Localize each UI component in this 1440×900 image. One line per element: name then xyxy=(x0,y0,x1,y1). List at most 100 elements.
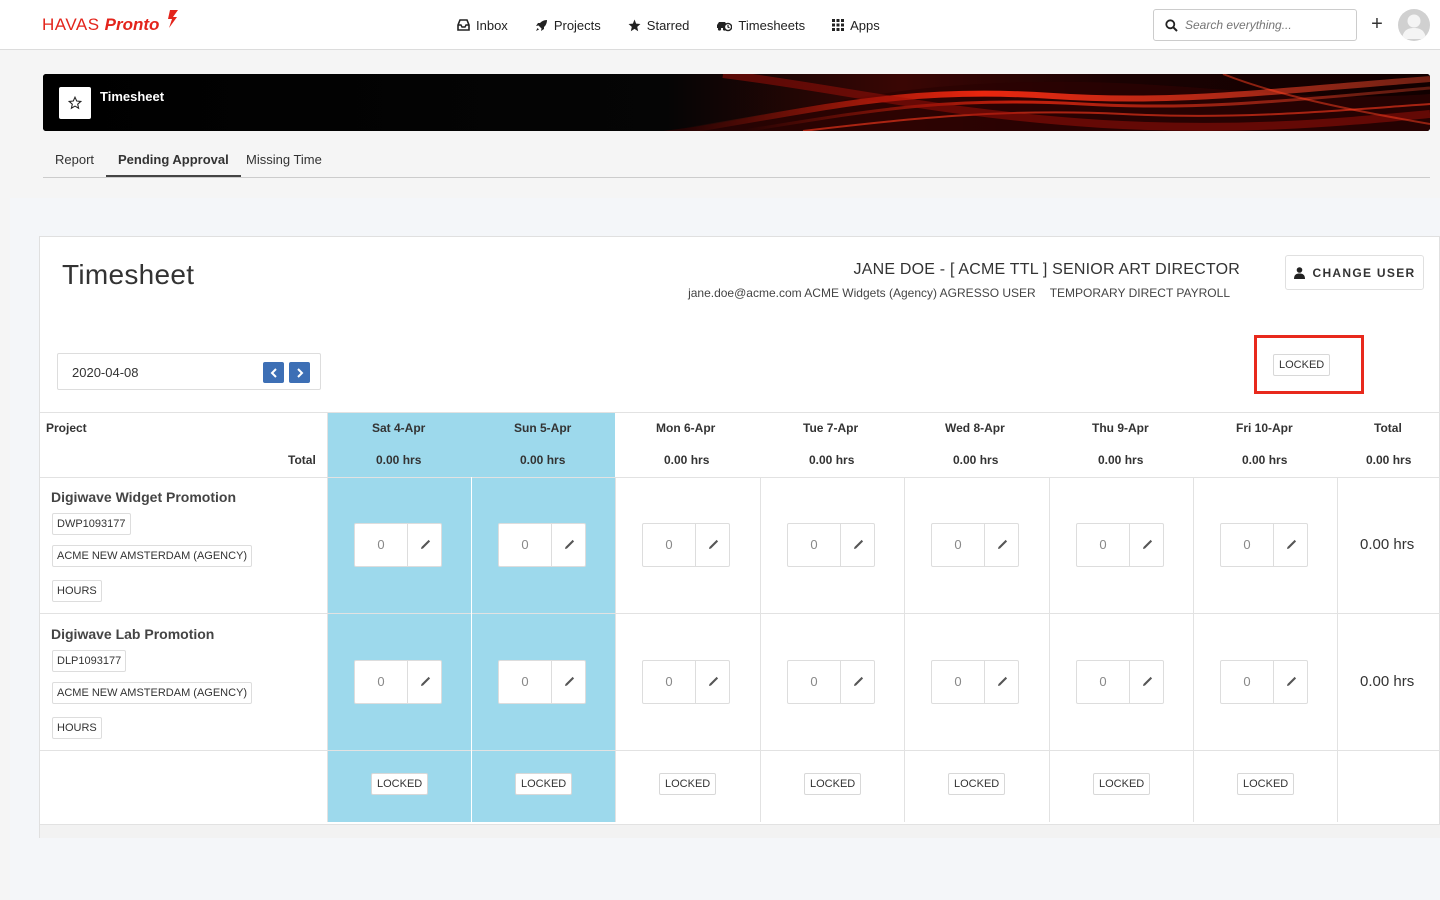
change-user-button[interactable]: CHANGE USER xyxy=(1285,255,1424,290)
total-column-header: Total xyxy=(1374,421,1402,435)
status-badge: LOCKED xyxy=(1273,354,1331,376)
hours-input[interactable]: 0 xyxy=(1221,524,1274,566)
edit-entry-button[interactable] xyxy=(1130,661,1163,703)
hours-entry[interactable]: 0 xyxy=(498,660,586,704)
user-icon xyxy=(1293,266,1305,279)
change-user-label: CHANGE USER xyxy=(1312,265,1416,280)
chevron-left-icon xyxy=(270,367,277,378)
pencil-icon xyxy=(1142,676,1152,686)
add-button[interactable]: + xyxy=(1368,13,1386,35)
tab-pending-approval[interactable]: Pending Approval xyxy=(106,142,241,177)
nav-apps[interactable]: Apps xyxy=(832,18,880,33)
pencil-icon xyxy=(1286,539,1296,549)
hours-entry[interactable]: 0 xyxy=(1076,523,1164,567)
chevron-right-icon xyxy=(296,367,303,378)
pencil-icon xyxy=(1142,539,1152,549)
day-total-wed: 0.00 hrs xyxy=(953,453,999,467)
grid-line xyxy=(327,412,328,822)
project-name[interactable]: Digiwave Lab Promotion xyxy=(51,626,214,642)
edit-entry-button[interactable] xyxy=(696,524,729,566)
edit-entry-button[interactable] xyxy=(1130,524,1163,566)
edit-entry-button[interactable] xyxy=(985,661,1018,703)
star-favorite-button[interactable] xyxy=(59,87,91,119)
havas-pronto-logo[interactable]: HAVAS Pronto xyxy=(42,10,178,38)
pencil-icon xyxy=(708,539,718,549)
user-name: JANE DOE - [ ACME TTL ] SENIOR ART DIREC… xyxy=(853,261,1240,278)
project-name[interactable]: Digiwave Widget Promotion xyxy=(51,489,236,505)
edit-entry-button[interactable] xyxy=(1274,661,1307,703)
hours-input[interactable]: 0 xyxy=(932,661,985,703)
hours-entry[interactable]: 0 xyxy=(354,660,442,704)
edit-entry-button[interactable] xyxy=(985,524,1018,566)
weekend-column-sat xyxy=(327,412,471,822)
hours-input[interactable]: 0 xyxy=(788,661,841,703)
nav-starred[interactable]: Starred xyxy=(628,18,689,33)
pencil-icon xyxy=(708,676,718,686)
date-picker[interactable]: 2020-04-08 xyxy=(57,353,321,390)
hours-entry[interactable]: 0 xyxy=(931,660,1019,704)
next-week-button[interactable] xyxy=(289,362,310,383)
pencil-icon xyxy=(997,676,1007,686)
page-title: Timesheet xyxy=(62,259,195,290)
hours-input[interactable]: 0 xyxy=(643,524,696,566)
hours-entry[interactable]: 0 xyxy=(787,523,875,567)
hours-entry[interactable]: 0 xyxy=(354,523,442,567)
hours-input[interactable]: 0 xyxy=(499,524,552,566)
hours-entry[interactable]: 0 xyxy=(1220,660,1308,704)
tab-missing-time[interactable]: Missing Time xyxy=(246,142,322,177)
hours-entry[interactable]: 0 xyxy=(1220,523,1308,567)
hours-entry[interactable]: 0 xyxy=(498,523,586,567)
hours-entry[interactable]: 0 xyxy=(787,660,875,704)
day-status-badge-sat: LOCKED xyxy=(371,773,429,795)
edit-entry-button[interactable] xyxy=(552,661,585,703)
pencil-icon xyxy=(564,676,574,686)
weekend-column-sun xyxy=(471,412,615,822)
day-status-badge-mon: LOCKED xyxy=(659,773,717,795)
hours-input[interactable]: 0 xyxy=(788,524,841,566)
hours-input[interactable]: 0 xyxy=(1221,661,1274,703)
hours-input[interactable]: 0 xyxy=(355,661,408,703)
hours-input[interactable]: 0 xyxy=(499,661,552,703)
search-input[interactable] xyxy=(1185,18,1350,32)
card-footer-strip xyxy=(40,824,1440,838)
hours-entry[interactable]: 0 xyxy=(642,660,730,704)
search-box[interactable] xyxy=(1153,9,1357,41)
grid-line xyxy=(1193,477,1194,822)
edit-entry-button[interactable] xyxy=(841,661,874,703)
hours-entry[interactable]: 0 xyxy=(642,523,730,567)
hours-input[interactable]: 0 xyxy=(1077,524,1130,566)
hours-input[interactable]: 0 xyxy=(1077,661,1130,703)
edit-entry-button[interactable] xyxy=(408,661,441,703)
avatar[interactable] xyxy=(1398,9,1430,41)
edit-entry-button[interactable] xyxy=(552,524,585,566)
hours-entry[interactable]: 0 xyxy=(931,523,1019,567)
grid-line xyxy=(40,477,1440,478)
tab-report[interactable]: Report xyxy=(55,142,94,177)
edit-entry-button[interactable] xyxy=(841,524,874,566)
logo-text-pronto: Pronto xyxy=(104,15,160,34)
hours-entry[interactable]: 0 xyxy=(1076,660,1164,704)
hours-input[interactable]: 0 xyxy=(932,524,985,566)
day-total-tue: 0.00 hrs xyxy=(809,453,855,467)
hours-input[interactable]: 0 xyxy=(355,524,408,566)
nav-timesheets[interactable]: Timesheets xyxy=(716,18,805,33)
edit-entry-button[interactable] xyxy=(1274,524,1307,566)
total-column-value: 0.00 hrs xyxy=(1366,453,1412,467)
edit-entry-button[interactable] xyxy=(408,524,441,566)
date-value[interactable]: 2020-04-08 xyxy=(72,365,139,380)
main-nav: Inbox Projects Starred Timesheets Apps xyxy=(457,0,907,50)
day-header-fri: Fri 10-Apr xyxy=(1236,421,1293,435)
timesheet-grid: Project Total Sat 4-Apr 0.00 hrs Sun 5-A… xyxy=(40,412,1440,822)
nav-projects[interactable]: Projects xyxy=(535,18,601,33)
day-status-badge-sun: LOCKED xyxy=(515,773,573,795)
day-header-wed: Wed 8-Apr xyxy=(945,421,1005,435)
edit-entry-button[interactable] xyxy=(696,661,729,703)
car-clock-icon xyxy=(717,21,733,31)
project-code-tag: DWP1093177 xyxy=(52,513,131,535)
nav-inbox[interactable]: Inbox xyxy=(457,18,508,33)
grid-line xyxy=(40,412,1440,413)
prev-week-button[interactable] xyxy=(263,362,284,383)
hours-input[interactable]: 0 xyxy=(643,661,696,703)
project-type-tag: HOURS xyxy=(52,580,102,602)
nav-apps-label: Apps xyxy=(850,17,880,33)
